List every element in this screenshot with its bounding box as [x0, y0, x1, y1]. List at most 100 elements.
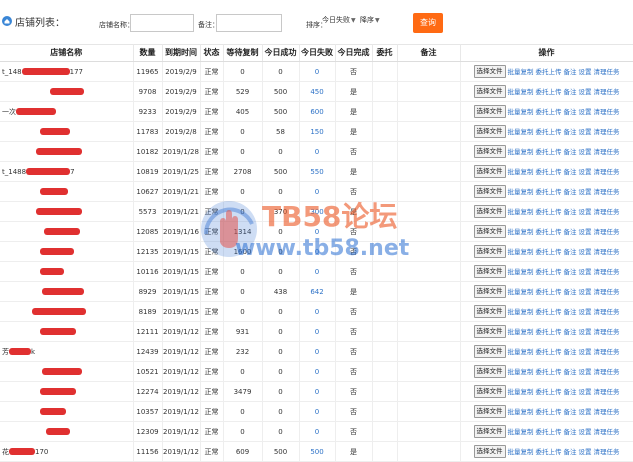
remark-link[interactable]: 备注: [564, 388, 577, 396]
clear-tasks-link[interactable]: 清理任务: [594, 68, 620, 76]
remark-link[interactable]: 备注: [564, 108, 577, 116]
settings-link[interactable]: 设置: [579, 428, 592, 436]
shop-name-cell[interactable]: [0, 181, 134, 202]
remark-input[interactable]: [216, 14, 282, 32]
clear-tasks-link[interactable]: 清理任务: [594, 288, 620, 296]
remark-link[interactable]: 备注: [564, 328, 577, 336]
settings-link[interactable]: 设置: [579, 408, 592, 416]
clear-tasks-link[interactable]: 清理任务: [594, 168, 620, 176]
batch-copy-link[interactable]: 批量复制: [508, 228, 534, 236]
sort-order-select[interactable]: 降序▼: [360, 13, 380, 27]
choose-file-button[interactable]: 选择文件: [473, 285, 506, 298]
clear-tasks-link[interactable]: 清理任务: [594, 148, 620, 156]
remark-link[interactable]: 备注: [564, 228, 577, 236]
settings-link[interactable]: 设置: [579, 448, 592, 456]
clear-tasks-link[interactable]: 清理任务: [594, 428, 620, 436]
batch-copy-link[interactable]: 批量复制: [508, 168, 534, 176]
entrust-upload-link[interactable]: 委托上传: [536, 288, 562, 296]
shop-name-cell[interactable]: 花 170: [0, 441, 134, 462]
batch-copy-link[interactable]: 批量复制: [508, 408, 534, 416]
choose-file-button[interactable]: 选择文件: [473, 265, 506, 278]
batch-copy-link[interactable]: 批量复制: [508, 188, 534, 196]
choose-file-button[interactable]: 选择文件: [473, 65, 506, 78]
remark-link[interactable]: 备注: [564, 308, 577, 316]
batch-copy-link[interactable]: 批量复制: [508, 448, 534, 456]
sort-field-select[interactable]: 今日失败▼: [322, 13, 356, 27]
entrust-upload-link[interactable]: 委托上传: [536, 348, 562, 356]
settings-link[interactable]: 设置: [579, 148, 592, 156]
entrust-upload-link[interactable]: 委托上传: [536, 408, 562, 416]
batch-copy-link[interactable]: 批量复制: [508, 308, 534, 316]
settings-link[interactable]: 设置: [579, 308, 592, 316]
shop-name-cell[interactable]: [0, 321, 134, 342]
shop-name-cell[interactable]: [0, 141, 134, 162]
settings-link[interactable]: 设置: [579, 268, 592, 276]
entrust-upload-link[interactable]: 委托上传: [536, 208, 562, 216]
choose-file-button[interactable]: 选择文件: [473, 245, 506, 258]
entrust-upload-link[interactable]: 委托上传: [536, 88, 562, 96]
batch-copy-link[interactable]: 批量复制: [508, 388, 534, 396]
remark-link[interactable]: 备注: [564, 288, 577, 296]
settings-link[interactable]: 设置: [579, 388, 592, 396]
settings-link[interactable]: 设置: [579, 328, 592, 336]
batch-copy-link[interactable]: 批量复制: [508, 248, 534, 256]
remark-link[interactable]: 备注: [564, 128, 577, 136]
entrust-upload-link[interactable]: 委托上传: [536, 268, 562, 276]
remark-link[interactable]: 备注: [564, 68, 577, 76]
settings-link[interactable]: 设置: [579, 208, 592, 216]
batch-copy-link[interactable]: 批量复制: [508, 368, 534, 376]
remark-link[interactable]: 备注: [564, 88, 577, 96]
settings-link[interactable]: 设置: [579, 188, 592, 196]
shop-name-cell[interactable]: [0, 421, 134, 442]
shop-name-cell[interactable]: 芳k: [0, 341, 134, 362]
shop-name-cell[interactable]: [0, 261, 134, 282]
entrust-upload-link[interactable]: 委托上传: [536, 168, 562, 176]
remark-link[interactable]: 备注: [564, 268, 577, 276]
remark-link[interactable]: 备注: [564, 428, 577, 436]
entrust-upload-link[interactable]: 委托上传: [536, 108, 562, 116]
batch-copy-link[interactable]: 批量复制: [508, 328, 534, 336]
entrust-upload-link[interactable]: 委托上传: [536, 388, 562, 396]
shop-name-cell[interactable]: [0, 361, 134, 382]
shop-name-cell[interactable]: [0, 201, 134, 222]
clear-tasks-link[interactable]: 清理任务: [594, 268, 620, 276]
choose-file-button[interactable]: 选择文件: [473, 445, 506, 458]
settings-link[interactable]: 设置: [579, 248, 592, 256]
batch-copy-link[interactable]: 批量复制: [508, 128, 534, 136]
choose-file-button[interactable]: 选择文件: [473, 125, 506, 138]
choose-file-button[interactable]: 选择文件: [473, 365, 506, 378]
entrust-upload-link[interactable]: 委托上传: [536, 328, 562, 336]
entrust-upload-link[interactable]: 委托上传: [536, 188, 562, 196]
clear-tasks-link[interactable]: 清理任务: [594, 128, 620, 136]
batch-copy-link[interactable]: 批量复制: [508, 108, 534, 116]
shop-name-cell[interactable]: [0, 401, 134, 422]
entrust-upload-link[interactable]: 委托上传: [536, 448, 562, 456]
entrust-upload-link[interactable]: 委托上传: [536, 68, 562, 76]
choose-file-button[interactable]: 选择文件: [473, 305, 506, 318]
entrust-upload-link[interactable]: 委托上传: [536, 368, 562, 376]
shop-name-cell[interactable]: [0, 221, 134, 242]
clear-tasks-link[interactable]: 清理任务: [594, 88, 620, 96]
clear-tasks-link[interactable]: 清理任务: [594, 308, 620, 316]
choose-file-button[interactable]: 选择文件: [473, 325, 506, 338]
remark-link[interactable]: 备注: [564, 348, 577, 356]
choose-file-button[interactable]: 选择文件: [473, 165, 506, 178]
choose-file-button[interactable]: 选择文件: [473, 345, 506, 358]
batch-copy-link[interactable]: 批量复制: [508, 148, 534, 156]
entrust-upload-link[interactable]: 委托上传: [536, 308, 562, 316]
remark-link[interactable]: 备注: [564, 368, 577, 376]
choose-file-button[interactable]: 选择文件: [473, 145, 506, 158]
batch-copy-link[interactable]: 批量复制: [508, 288, 534, 296]
settings-link[interactable]: 设置: [579, 68, 592, 76]
clear-tasks-link[interactable]: 清理任务: [594, 368, 620, 376]
shop-name-cell[interactable]: [0, 121, 134, 142]
batch-copy-link[interactable]: 批量复制: [508, 268, 534, 276]
choose-file-button[interactable]: 选择文件: [473, 85, 506, 98]
settings-link[interactable]: 设置: [579, 368, 592, 376]
clear-tasks-link[interactable]: 清理任务: [594, 388, 620, 396]
clear-tasks-link[interactable]: 清理任务: [594, 228, 620, 236]
shop-name-cell[interactable]: [0, 241, 134, 262]
shop-name-cell[interactable]: t_1488 7: [0, 161, 134, 182]
settings-link[interactable]: 设置: [579, 168, 592, 176]
clear-tasks-link[interactable]: 清理任务: [594, 408, 620, 416]
